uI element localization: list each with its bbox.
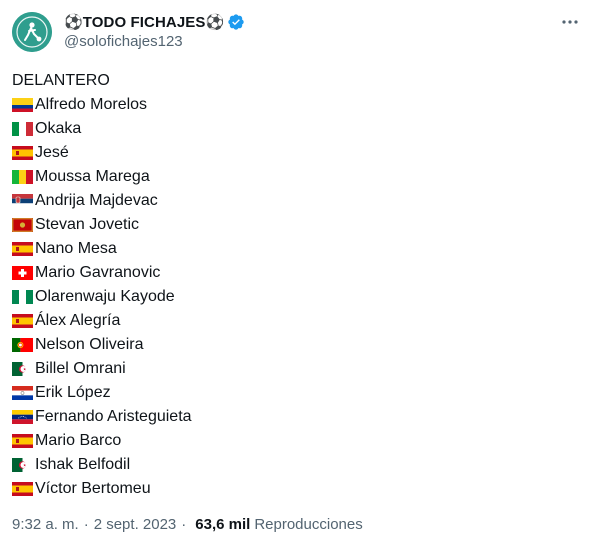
author-display-name[interactable]: ⚽TODO FICHAJES⚽ <box>64 13 224 31</box>
author-handle[interactable]: @solofichajes123 <box>64 33 183 50</box>
tweet-footer: 9:32 a. m. · 2 sept. 2023 · 63,6 mil Rep… <box>12 516 363 533</box>
player-line: Nelson Oliveira <box>12 333 572 357</box>
spain-flag-icon <box>12 434 33 448</box>
nigeria-flag-icon <box>12 290 33 304</box>
player-line: Alfredo Morelos <box>12 93 572 117</box>
tweet-heading: DELANTERO <box>12 72 110 89</box>
player-line: Víctor Bertomeu <box>12 477 572 501</box>
player-name: Stevan Jovetic <box>35 216 140 233</box>
serbia-flag-icon <box>12 194 33 208</box>
player-line: Nano Mesa <box>12 237 572 261</box>
player-name: Nelson Oliveira <box>35 336 144 353</box>
views-label: Reproducciones <box>254 516 363 533</box>
tweet-text: DELANTERO Alfredo Morelos Okaka Jesé Moussa… <box>12 69 572 501</box>
author-name-row[interactable]: ⚽TODO FICHAJES⚽ <box>64 12 245 32</box>
separator: · <box>83 516 89 533</box>
portugal-flag-icon <box>12 338 33 352</box>
colombia-flag-icon <box>12 98 33 112</box>
player-line: Mario Barco <box>12 429 572 453</box>
tweet-time[interactable]: 9:32 a. m. <box>12 516 79 533</box>
player-line: Erik López <box>12 381 572 405</box>
venezuela-flag-icon <box>12 410 33 424</box>
player-name: Fernando Aristeguieta <box>35 408 192 425</box>
player-line: Olarenwaju Kayode <box>12 285 572 309</box>
algeria-flag-icon <box>12 458 33 472</box>
tweet-date[interactable]: 2 sept. 2023 <box>94 516 177 533</box>
player-line: Mario Gavranovic <box>12 261 572 285</box>
views-count: 63,6 mil <box>195 516 251 533</box>
montenegro-flag-icon <box>12 218 33 232</box>
player-line: Moussa Marega <box>12 165 572 189</box>
player-name: Mario Barco <box>35 432 122 449</box>
player-list: Alfredo Morelos Okaka Jesé Moussa Marega And… <box>12 93 572 501</box>
separator: · <box>181 516 187 533</box>
player-line: Ishak Belfodil <box>12 453 572 477</box>
player-name: Mario Gavranovic <box>35 264 161 281</box>
player-line: Andrija Majdevac <box>12 189 572 213</box>
player-name: Alfredo Morelos <box>35 96 148 113</box>
player-name: Álex Alegría <box>35 312 121 329</box>
player-name: Nano Mesa <box>35 240 117 257</box>
player-name: Olarenwaju Kayode <box>35 288 175 305</box>
italy-flag-icon <box>12 122 33 136</box>
player-name: Víctor Bertomeu <box>35 480 151 497</box>
verified-badge-icon <box>228 14 244 30</box>
player-line: Stevan Jovetic <box>12 213 572 237</box>
mali-flag-icon <box>12 170 33 184</box>
spain-flag-icon <box>12 146 33 160</box>
player-name: Okaka <box>35 120 82 137</box>
paraguay-flag-icon <box>12 386 33 400</box>
algeria-flag-icon <box>12 362 33 376</box>
player-line: Billel Omrani <box>12 357 572 381</box>
player-name: Billel Omrani <box>35 360 126 377</box>
player-name: Jesé <box>35 144 69 161</box>
player-line: Fernando Aristeguieta <box>12 405 572 429</box>
avatar-logo-icon <box>12 12 52 52</box>
more-icon[interactable] <box>556 8 584 36</box>
player-name: Ishak Belfodil <box>35 456 131 473</box>
player-line: Jesé <box>12 141 572 165</box>
player-line: Okaka <box>12 117 572 141</box>
spain-flag-icon <box>12 242 33 256</box>
player-line: Álex Alegría <box>12 309 572 333</box>
switzerland-flag-icon <box>12 266 33 280</box>
player-name: Erik López <box>35 384 111 401</box>
spain-flag-icon <box>12 314 33 328</box>
avatar[interactable] <box>12 12 52 52</box>
spain-flag-icon <box>12 482 33 496</box>
player-name: Moussa Marega <box>35 168 150 185</box>
player-name: Andrija Majdevac <box>35 192 158 209</box>
